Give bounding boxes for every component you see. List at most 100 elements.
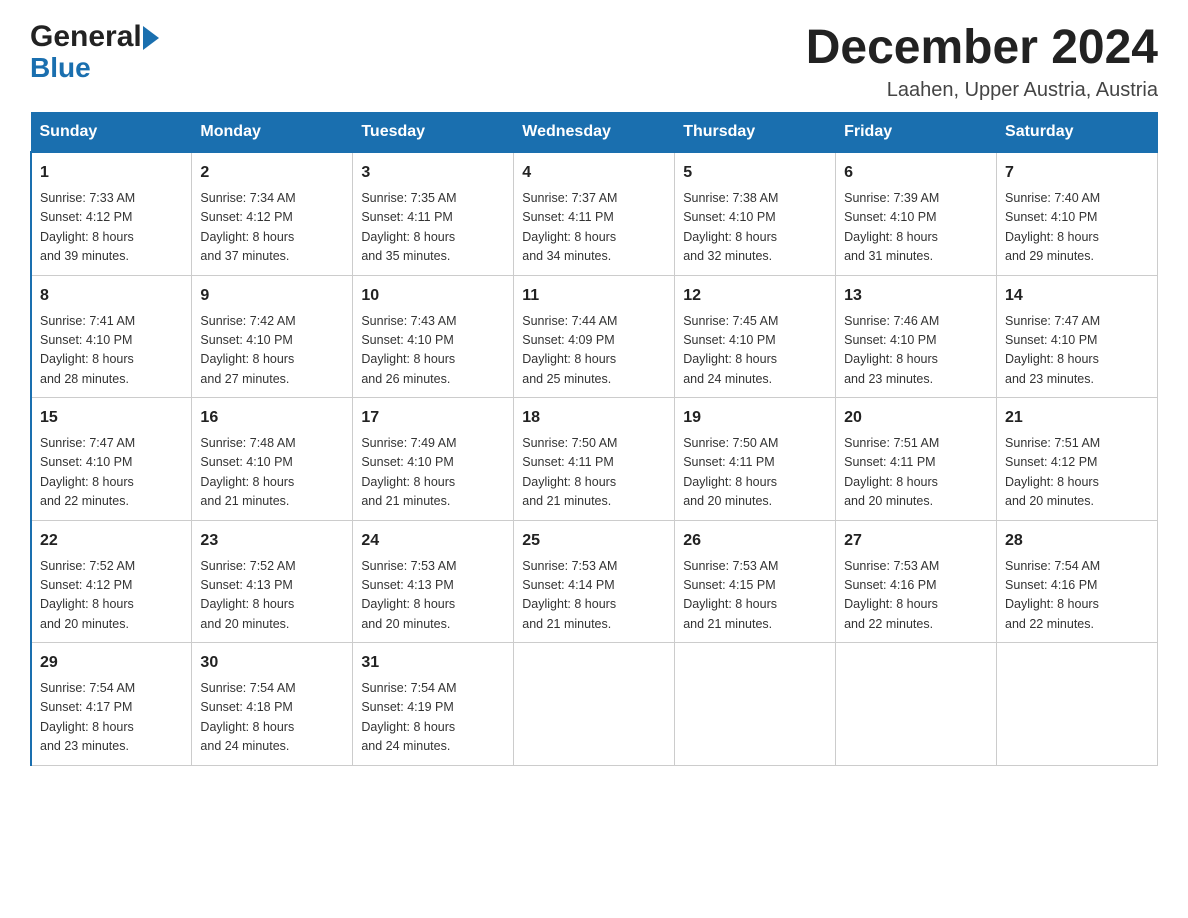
day-number: 3: [361, 161, 505, 185]
weekday-header-row: SundayMondayTuesdayWednesdayThursdayFrid…: [31, 113, 1158, 153]
day-number: 10: [361, 284, 505, 308]
calendar-empty-cell: [997, 643, 1158, 766]
calendar-day-cell: 5 Sunrise: 7:38 AM Sunset: 4:10 PM Daylig…: [675, 152, 836, 275]
day-number: 20: [844, 406, 988, 430]
title-block: December 2024 Laahen, Upper Austria, Aus…: [806, 20, 1158, 102]
calendar-week-row: 8 Sunrise: 7:41 AM Sunset: 4:10 PM Daylig…: [31, 275, 1158, 398]
day-number: 22: [40, 529, 183, 553]
calendar-empty-cell: [514, 643, 675, 766]
day-number: 1: [40, 161, 183, 185]
logo: General Blue: [30, 20, 159, 84]
day-number: 17: [361, 406, 505, 430]
day-number: 24: [361, 529, 505, 553]
day-info: Sunrise: 7:49 AM Sunset: 4:10 PM Dayligh…: [361, 434, 505, 512]
day-number: 18: [522, 406, 666, 430]
calendar-day-cell: 1 Sunrise: 7:33 AM Sunset: 4:12 PM Daylig…: [31, 152, 192, 275]
calendar-day-cell: 13 Sunrise: 7:46 AM Sunset: 4:10 PM Dayli…: [836, 275, 997, 398]
calendar-day-cell: 16Sunrise: 7:48 AM Sunset: 4:10 PM Dayli…: [192, 398, 353, 521]
calendar-day-cell: 15Sunrise: 7:47 AM Sunset: 4:10 PM Dayli…: [31, 398, 192, 521]
day-info: Sunrise: 7:54 AM Sunset: 4:19 PM Dayligh…: [361, 679, 505, 757]
day-number: 19: [683, 406, 827, 430]
day-info: Sunrise: 7:51 AM Sunset: 4:11 PM Dayligh…: [844, 434, 988, 512]
calendar-week-row: 15Sunrise: 7:47 AM Sunset: 4:10 PM Dayli…: [31, 398, 1158, 521]
calendar-empty-cell: [675, 643, 836, 766]
day-number: 2: [200, 161, 344, 185]
day-info: Sunrise: 7:52 AM Sunset: 4:12 PM Dayligh…: [40, 557, 183, 635]
day-info: Sunrise: 7:50 AM Sunset: 4:11 PM Dayligh…: [683, 434, 827, 512]
day-info: Sunrise: 7:54 AM Sunset: 4:16 PM Dayligh…: [1005, 557, 1149, 635]
weekday-header-tuesday: Tuesday: [353, 113, 514, 153]
weekday-header-saturday: Saturday: [997, 113, 1158, 153]
day-info: Sunrise: 7:54 AM Sunset: 4:17 PM Dayligh…: [40, 679, 183, 757]
calendar-day-cell: 21Sunrise: 7:51 AM Sunset: 4:12 PM Dayli…: [997, 398, 1158, 521]
calendar-day-cell: 22 Sunrise: 7:52 AM Sunset: 4:12 PM Dayli…: [31, 520, 192, 643]
day-number: 14: [1005, 284, 1149, 308]
day-info: Sunrise: 7:42 AM Sunset: 4:10 PM Dayligh…: [200, 312, 344, 390]
calendar-day-cell: 3 Sunrise: 7:35 AM Sunset: 4:11 PM Daylig…: [353, 152, 514, 275]
calendar-day-cell: 7Sunrise: 7:40 AM Sunset: 4:10 PM Daylig…: [997, 152, 1158, 275]
weekday-header-thursday: Thursday: [675, 113, 836, 153]
day-info: Sunrise: 7:35 AM Sunset: 4:11 PM Dayligh…: [361, 189, 505, 267]
calendar-day-cell: 4Sunrise: 7:37 AM Sunset: 4:11 PM Daylig…: [514, 152, 675, 275]
day-info: Sunrise: 7:38 AM Sunset: 4:10 PM Dayligh…: [683, 189, 827, 267]
calendar-day-cell: 23Sunrise: 7:52 AM Sunset: 4:13 PM Dayli…: [192, 520, 353, 643]
calendar-day-cell: 10 Sunrise: 7:43 AM Sunset: 4:10 PM Dayli…: [353, 275, 514, 398]
logo-blue-text: Blue: [30, 53, 159, 84]
day-number: 26: [683, 529, 827, 553]
calendar-day-cell: 9 Sunrise: 7:42 AM Sunset: 4:10 PM Daylig…: [192, 275, 353, 398]
day-info: Sunrise: 7:41 AM Sunset: 4:10 PM Dayligh…: [40, 312, 183, 390]
day-info: Sunrise: 7:40 AM Sunset: 4:10 PM Dayligh…: [1005, 189, 1149, 267]
day-number: 8: [40, 284, 183, 308]
calendar-empty-cell: [836, 643, 997, 766]
logo-general-text: General: [30, 20, 142, 53]
day-number: 9: [200, 284, 344, 308]
day-info: Sunrise: 7:53 AM Sunset: 4:14 PM Dayligh…: [522, 557, 666, 635]
day-info: Sunrise: 7:45 AM Sunset: 4:10 PM Dayligh…: [683, 312, 827, 390]
calendar-day-cell: 20 Sunrise: 7:51 AM Sunset: 4:11 PM Dayli…: [836, 398, 997, 521]
day-info: Sunrise: 7:33 AM Sunset: 4:12 PM Dayligh…: [40, 189, 183, 267]
calendar-day-cell: 8 Sunrise: 7:41 AM Sunset: 4:10 PM Daylig…: [31, 275, 192, 398]
day-info: Sunrise: 7:43 AM Sunset: 4:10 PM Dayligh…: [361, 312, 505, 390]
day-info: Sunrise: 7:47 AM Sunset: 4:10 PM Dayligh…: [1005, 312, 1149, 390]
calendar-day-cell: 25 Sunrise: 7:53 AM Sunset: 4:14 PM Dayli…: [514, 520, 675, 643]
day-number: 6: [844, 161, 988, 185]
day-number: 13: [844, 284, 988, 308]
calendar-week-row: 1 Sunrise: 7:33 AM Sunset: 4:12 PM Daylig…: [31, 152, 1158, 275]
weekday-header-wednesday: Wednesday: [514, 113, 675, 153]
day-number: 11: [522, 284, 666, 308]
day-number: 12: [683, 284, 827, 308]
calendar-day-cell: 27Sunrise: 7:53 AM Sunset: 4:16 PM Dayli…: [836, 520, 997, 643]
day-number: 31: [361, 651, 505, 675]
day-info: Sunrise: 7:52 AM Sunset: 4:13 PM Dayligh…: [200, 557, 344, 635]
day-info: Sunrise: 7:54 AM Sunset: 4:18 PM Dayligh…: [200, 679, 344, 757]
day-number: 5: [683, 161, 827, 185]
day-number: 28: [1005, 529, 1149, 553]
day-number: 30: [200, 651, 344, 675]
calendar-day-cell: 24 Sunrise: 7:53 AM Sunset: 4:13 PM Dayli…: [353, 520, 514, 643]
location-subtitle: Laahen, Upper Austria, Austria: [806, 79, 1158, 102]
month-year-title: December 2024: [806, 20, 1158, 75]
day-info: Sunrise: 7:53 AM Sunset: 4:15 PM Dayligh…: [683, 557, 827, 635]
day-number: 16: [200, 406, 344, 430]
day-info: Sunrise: 7:37 AM Sunset: 4:11 PM Dayligh…: [522, 189, 666, 267]
day-info: Sunrise: 7:53 AM Sunset: 4:13 PM Dayligh…: [361, 557, 505, 635]
weekday-header-friday: Friday: [836, 113, 997, 153]
day-info: Sunrise: 7:46 AM Sunset: 4:10 PM Dayligh…: [844, 312, 988, 390]
day-info: Sunrise: 7:34 AM Sunset: 4:12 PM Dayligh…: [200, 189, 344, 267]
day-info: Sunrise: 7:44 AM Sunset: 4:09 PM Dayligh…: [522, 312, 666, 390]
calendar-day-cell: 2 Sunrise: 7:34 AM Sunset: 4:12 PM Daylig…: [192, 152, 353, 275]
day-number: 25: [522, 529, 666, 553]
logo-chevron-icon: [143, 26, 159, 50]
calendar-table: SundayMondayTuesdayWednesdayThursdayFrid…: [30, 112, 1158, 766]
calendar-day-cell: 19 Sunrise: 7:50 AM Sunset: 4:11 PM Dayli…: [675, 398, 836, 521]
calendar-day-cell: 6Sunrise: 7:39 AM Sunset: 4:10 PM Daylig…: [836, 152, 997, 275]
day-info: Sunrise: 7:47 AM Sunset: 4:10 PM Dayligh…: [40, 434, 183, 512]
calendar-day-cell: 31 Sunrise: 7:54 AM Sunset: 4:19 PM Dayli…: [353, 643, 514, 766]
calendar-day-cell: 26 Sunrise: 7:53 AM Sunset: 4:15 PM Dayli…: [675, 520, 836, 643]
page-header: General Blue December 2024 Laahen, Upper…: [30, 20, 1158, 102]
calendar-day-cell: 18Sunrise: 7:50 AM Sunset: 4:11 PM Dayli…: [514, 398, 675, 521]
day-info: Sunrise: 7:53 AM Sunset: 4:16 PM Dayligh…: [844, 557, 988, 635]
calendar-week-row: 29Sunrise: 7:54 AM Sunset: 4:17 PM Dayli…: [31, 643, 1158, 766]
calendar-day-cell: 28 Sunrise: 7:54 AM Sunset: 4:16 PM Dayli…: [997, 520, 1158, 643]
calendar-day-cell: 30 Sunrise: 7:54 AM Sunset: 4:18 PM Dayli…: [192, 643, 353, 766]
